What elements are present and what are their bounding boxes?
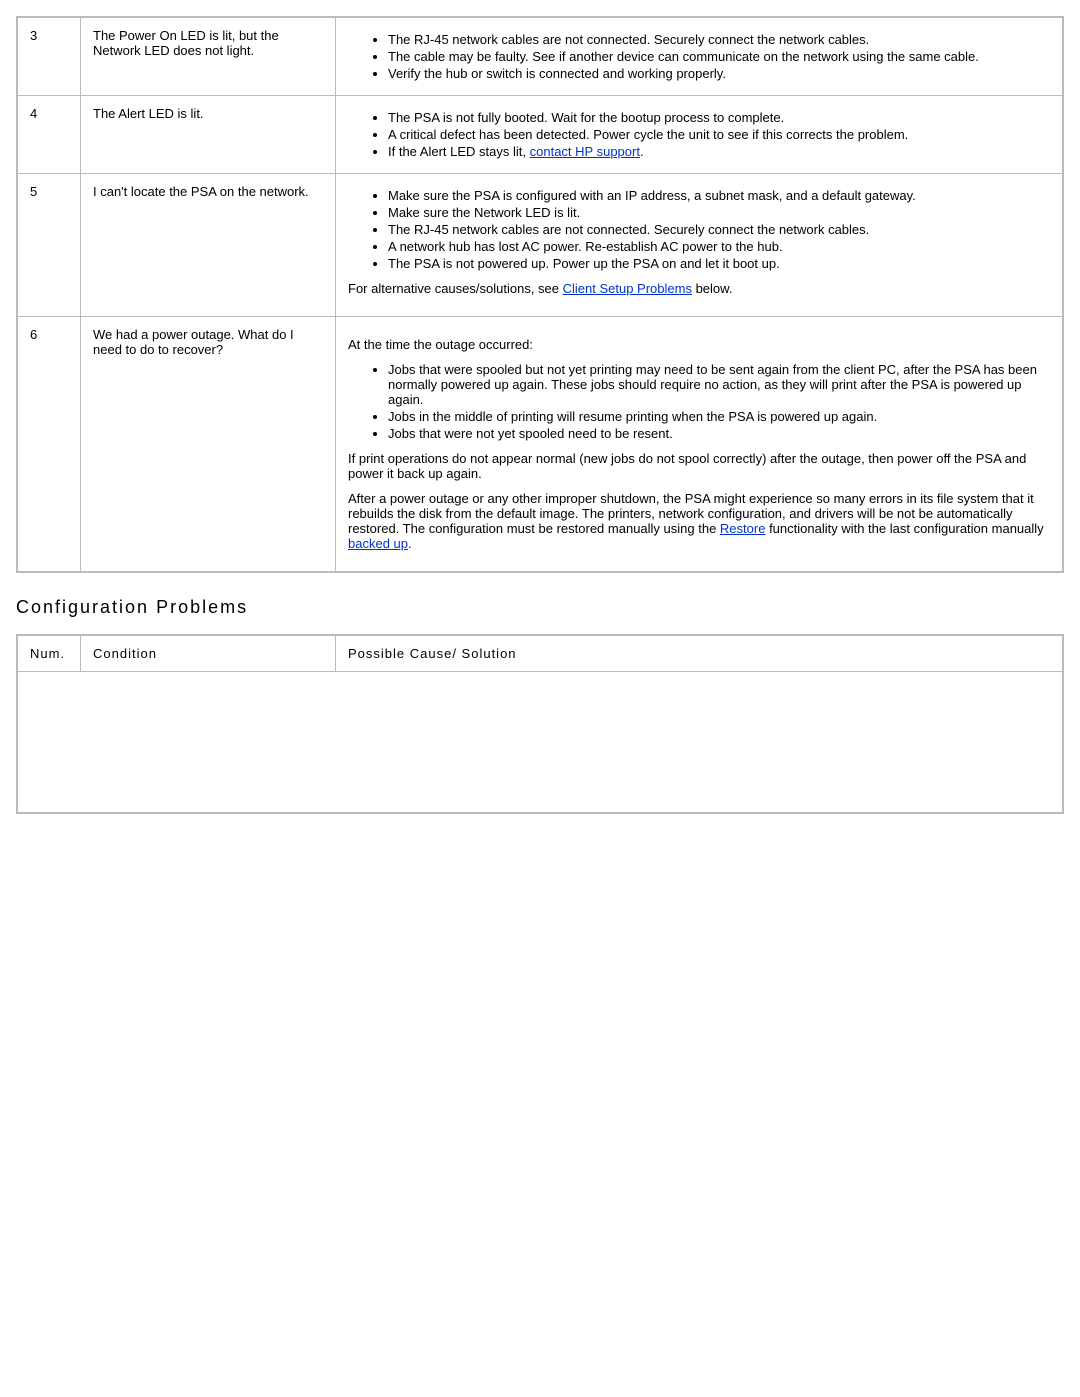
row-num: 3 xyxy=(17,17,81,96)
intro-text: At the time the outage occurred: xyxy=(348,337,1050,352)
empty-body xyxy=(17,672,1063,814)
client-setup-problems-link[interactable]: Client Setup Problems xyxy=(563,281,692,296)
row-solution: The RJ-45 network cables are not connect… xyxy=(336,17,1064,96)
backed-up-link[interactable]: backed up xyxy=(348,536,408,551)
row-condition: The Power On LED is lit, but the Network… xyxy=(81,17,336,96)
table-row: 5 I can't locate the PSA on the network.… xyxy=(17,174,1063,317)
list-item: The RJ-45 network cables are not connect… xyxy=(388,222,1050,237)
list-item: The PSA is not fully booted. Wait for th… xyxy=(388,110,1050,125)
list-item: Jobs that were spooled but not yet print… xyxy=(388,362,1050,407)
header-condition: Condition xyxy=(81,635,336,672)
list-item: Verify the hub or switch is connected an… xyxy=(388,66,1050,81)
row-condition: The Alert LED is lit. xyxy=(81,96,336,174)
list-item: The PSA is not powered up. Power up the … xyxy=(388,256,1050,271)
paragraph: After a power outage or any other improp… xyxy=(348,491,1050,551)
text: below. xyxy=(692,281,732,296)
contact-hp-support-link[interactable]: contact HP support xyxy=(530,144,640,159)
list-item: A critical defect has been detected. Pow… xyxy=(388,127,1050,142)
text: For alternative causes/solutions, see xyxy=(348,281,563,296)
row-solution: At the time the outage occurred: Jobs th… xyxy=(336,317,1064,573)
row-num: 6 xyxy=(17,317,81,573)
row-condition: I can't locate the PSA on the network. xyxy=(81,174,336,317)
solution-list: The RJ-45 network cables are not connect… xyxy=(372,32,1050,81)
list-item: Jobs in the middle of printing will resu… xyxy=(388,409,1050,424)
list-item: Make sure the PSA is configured with an … xyxy=(388,188,1050,203)
configuration-problems-table: Num. Condition Possible Cause/ Solution xyxy=(16,634,1064,814)
row-solution: The PSA is not fully booted. Wait for th… xyxy=(336,96,1064,174)
extra-note: For alternative causes/solutions, see Cl… xyxy=(348,281,1050,296)
list-item: Jobs that were not yet spooled need to b… xyxy=(388,426,1050,441)
paragraph: If print operations do not appear normal… xyxy=(348,451,1050,481)
row-solution: Make sure the PSA is configured with an … xyxy=(336,174,1064,317)
list-item: The cable may be faulty. See if another … xyxy=(388,49,1050,64)
text: functionality with the last configuratio… xyxy=(765,521,1043,536)
list-item: Make sure the Network LED is lit. xyxy=(388,205,1050,220)
table-header-row: Num. Condition Possible Cause/ Solution xyxy=(17,635,1063,672)
restore-link[interactable]: Restore xyxy=(720,521,766,536)
list-item: The RJ-45 network cables are not connect… xyxy=(388,32,1050,47)
list-item: If the Alert LED stays lit, contact HP s… xyxy=(388,144,1050,159)
configuration-problems-heading: Configuration Problems xyxy=(16,597,1064,618)
row-num: 4 xyxy=(17,96,81,174)
solution-list: The PSA is not fully booted. Wait for th… xyxy=(372,110,1050,159)
solution-list: Make sure the PSA is configured with an … xyxy=(372,188,1050,271)
table-row xyxy=(17,672,1063,814)
text: . xyxy=(408,536,412,551)
header-solution: Possible Cause/ Solution xyxy=(336,635,1064,672)
table-row: 4 The Alert LED is lit. The PSA is not f… xyxy=(17,96,1063,174)
text: . xyxy=(640,144,644,159)
table-row: 6 We had a power outage. What do I need … xyxy=(17,317,1063,573)
text: If the Alert LED stays lit, xyxy=(388,144,530,159)
header-num: Num. xyxy=(17,635,81,672)
solution-list: Jobs that were spooled but not yet print… xyxy=(372,362,1050,441)
table-row: 3 The Power On LED is lit, but the Netwo… xyxy=(17,17,1063,96)
row-num: 5 xyxy=(17,174,81,317)
troubleshooting-table: 3 The Power On LED is lit, but the Netwo… xyxy=(16,16,1064,573)
row-condition: We had a power outage. What do I need to… xyxy=(81,317,336,573)
list-item: A network hub has lost AC power. Re-esta… xyxy=(388,239,1050,254)
